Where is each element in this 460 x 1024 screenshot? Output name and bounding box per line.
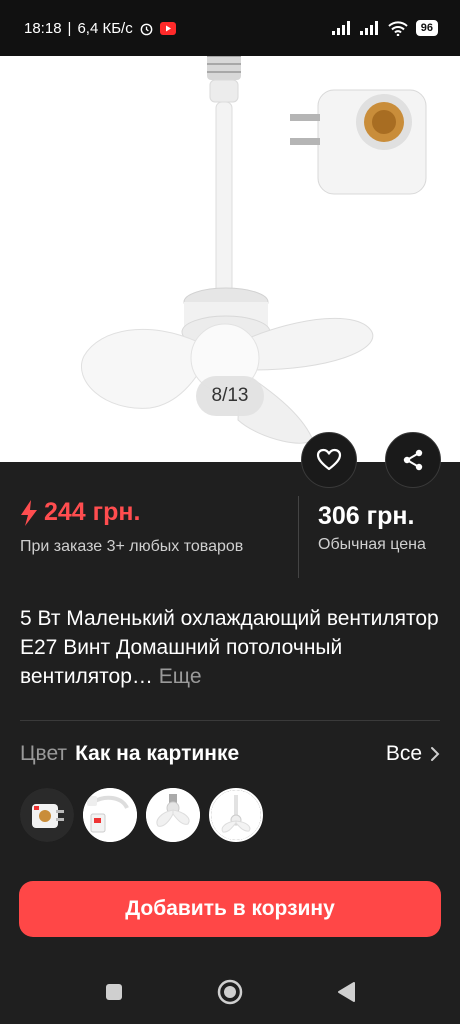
price-section: 244 грн. При заказе 3+ любых товаров 306… <box>0 490 460 580</box>
regular-price-note: Обычная цена <box>318 536 426 553</box>
share-button[interactable] <box>385 432 441 488</box>
price-divider <box>298 496 299 578</box>
swatch-adapter[interactable] <box>20 788 74 842</box>
fan-socket-thumbnail <box>146 788 200 842</box>
promo-price-value: 244 грн. <box>44 498 141 526</box>
home-button[interactable] <box>216 978 244 1006</box>
image-counter: 8/13 <box>196 376 264 416</box>
signal-icon-2 <box>359 21 378 35</box>
recents-button[interactable] <box>100 978 128 1006</box>
product-title[interactable]: 5 Вт Маленький охлаждающий вентилятор E2… <box>20 604 440 691</box>
favorite-button[interactable] <box>301 432 357 488</box>
back-nav-button[interactable] <box>332 978 360 1006</box>
status-bar: 18:18 | 6,4 КБ/с 96 <box>0 0 460 56</box>
status-left: 18:18 | 6,4 КБ/с <box>24 20 176 37</box>
all-colors-link[interactable]: Все <box>386 742 440 766</box>
system-nav-bar <box>0 960 460 1024</box>
triangle-back-icon <box>338 982 355 1002</box>
status-right: 96 <box>331 20 438 36</box>
signal-icon <box>331 21 350 35</box>
add-to-cart-button[interactable]: Добавить в корзину <box>19 881 441 937</box>
promo-note: При заказе 3+ любых товаров <box>20 538 244 555</box>
product-title-text: 5 Вт Маленький охлаждающий вентилятор E2… <box>20 607 439 688</box>
color-swatches <box>20 788 263 842</box>
adapter-thumbnail <box>20 788 74 842</box>
wifi-icon <box>388 20 408 36</box>
share-icon <box>403 449 423 471</box>
youtube-icon <box>159 21 176 35</box>
swatch-switch-cable[interactable] <box>83 788 137 842</box>
battery-indicator: 96 <box>415 20 438 36</box>
product-image-gallery[interactable]: 8/13 <box>0 40 460 462</box>
all-colors-label: Все <box>385 742 422 765</box>
network-speed: 6,4 КБ/с <box>77 19 133 37</box>
chevron-right-icon <box>431 747 440 761</box>
swatch-fan-socket[interactable] <box>146 788 200 842</box>
color-label: Цвет <box>20 742 68 765</box>
circle-icon <box>217 979 243 1005</box>
promo-price: 244 грн. <box>20 498 140 527</box>
heart-icon <box>316 448 342 471</box>
color-selector-row[interactable]: Цвет Как на картинке Все <box>20 738 440 770</box>
back-button[interactable] <box>18 62 48 92</box>
regular-price: 306 грн. <box>318 502 415 530</box>
alarm-icon <box>140 23 153 35</box>
status-time: 18:18 <box>24 19 62 37</box>
lightning-icon <box>21 499 37 526</box>
switch-cable-thumbnail <box>83 788 137 842</box>
more-link[interactable]: Еще <box>159 665 202 688</box>
status-separator: | <box>67 19 72 37</box>
color-value: Как на картинке <box>75 742 240 765</box>
swatch-fan-rod[interactable] <box>209 788 263 842</box>
fan-rod-thumbnail <box>211 790 261 840</box>
square-icon <box>106 984 122 1000</box>
back-arrow-icon <box>22 67 44 87</box>
section-divider <box>20 720 440 721</box>
